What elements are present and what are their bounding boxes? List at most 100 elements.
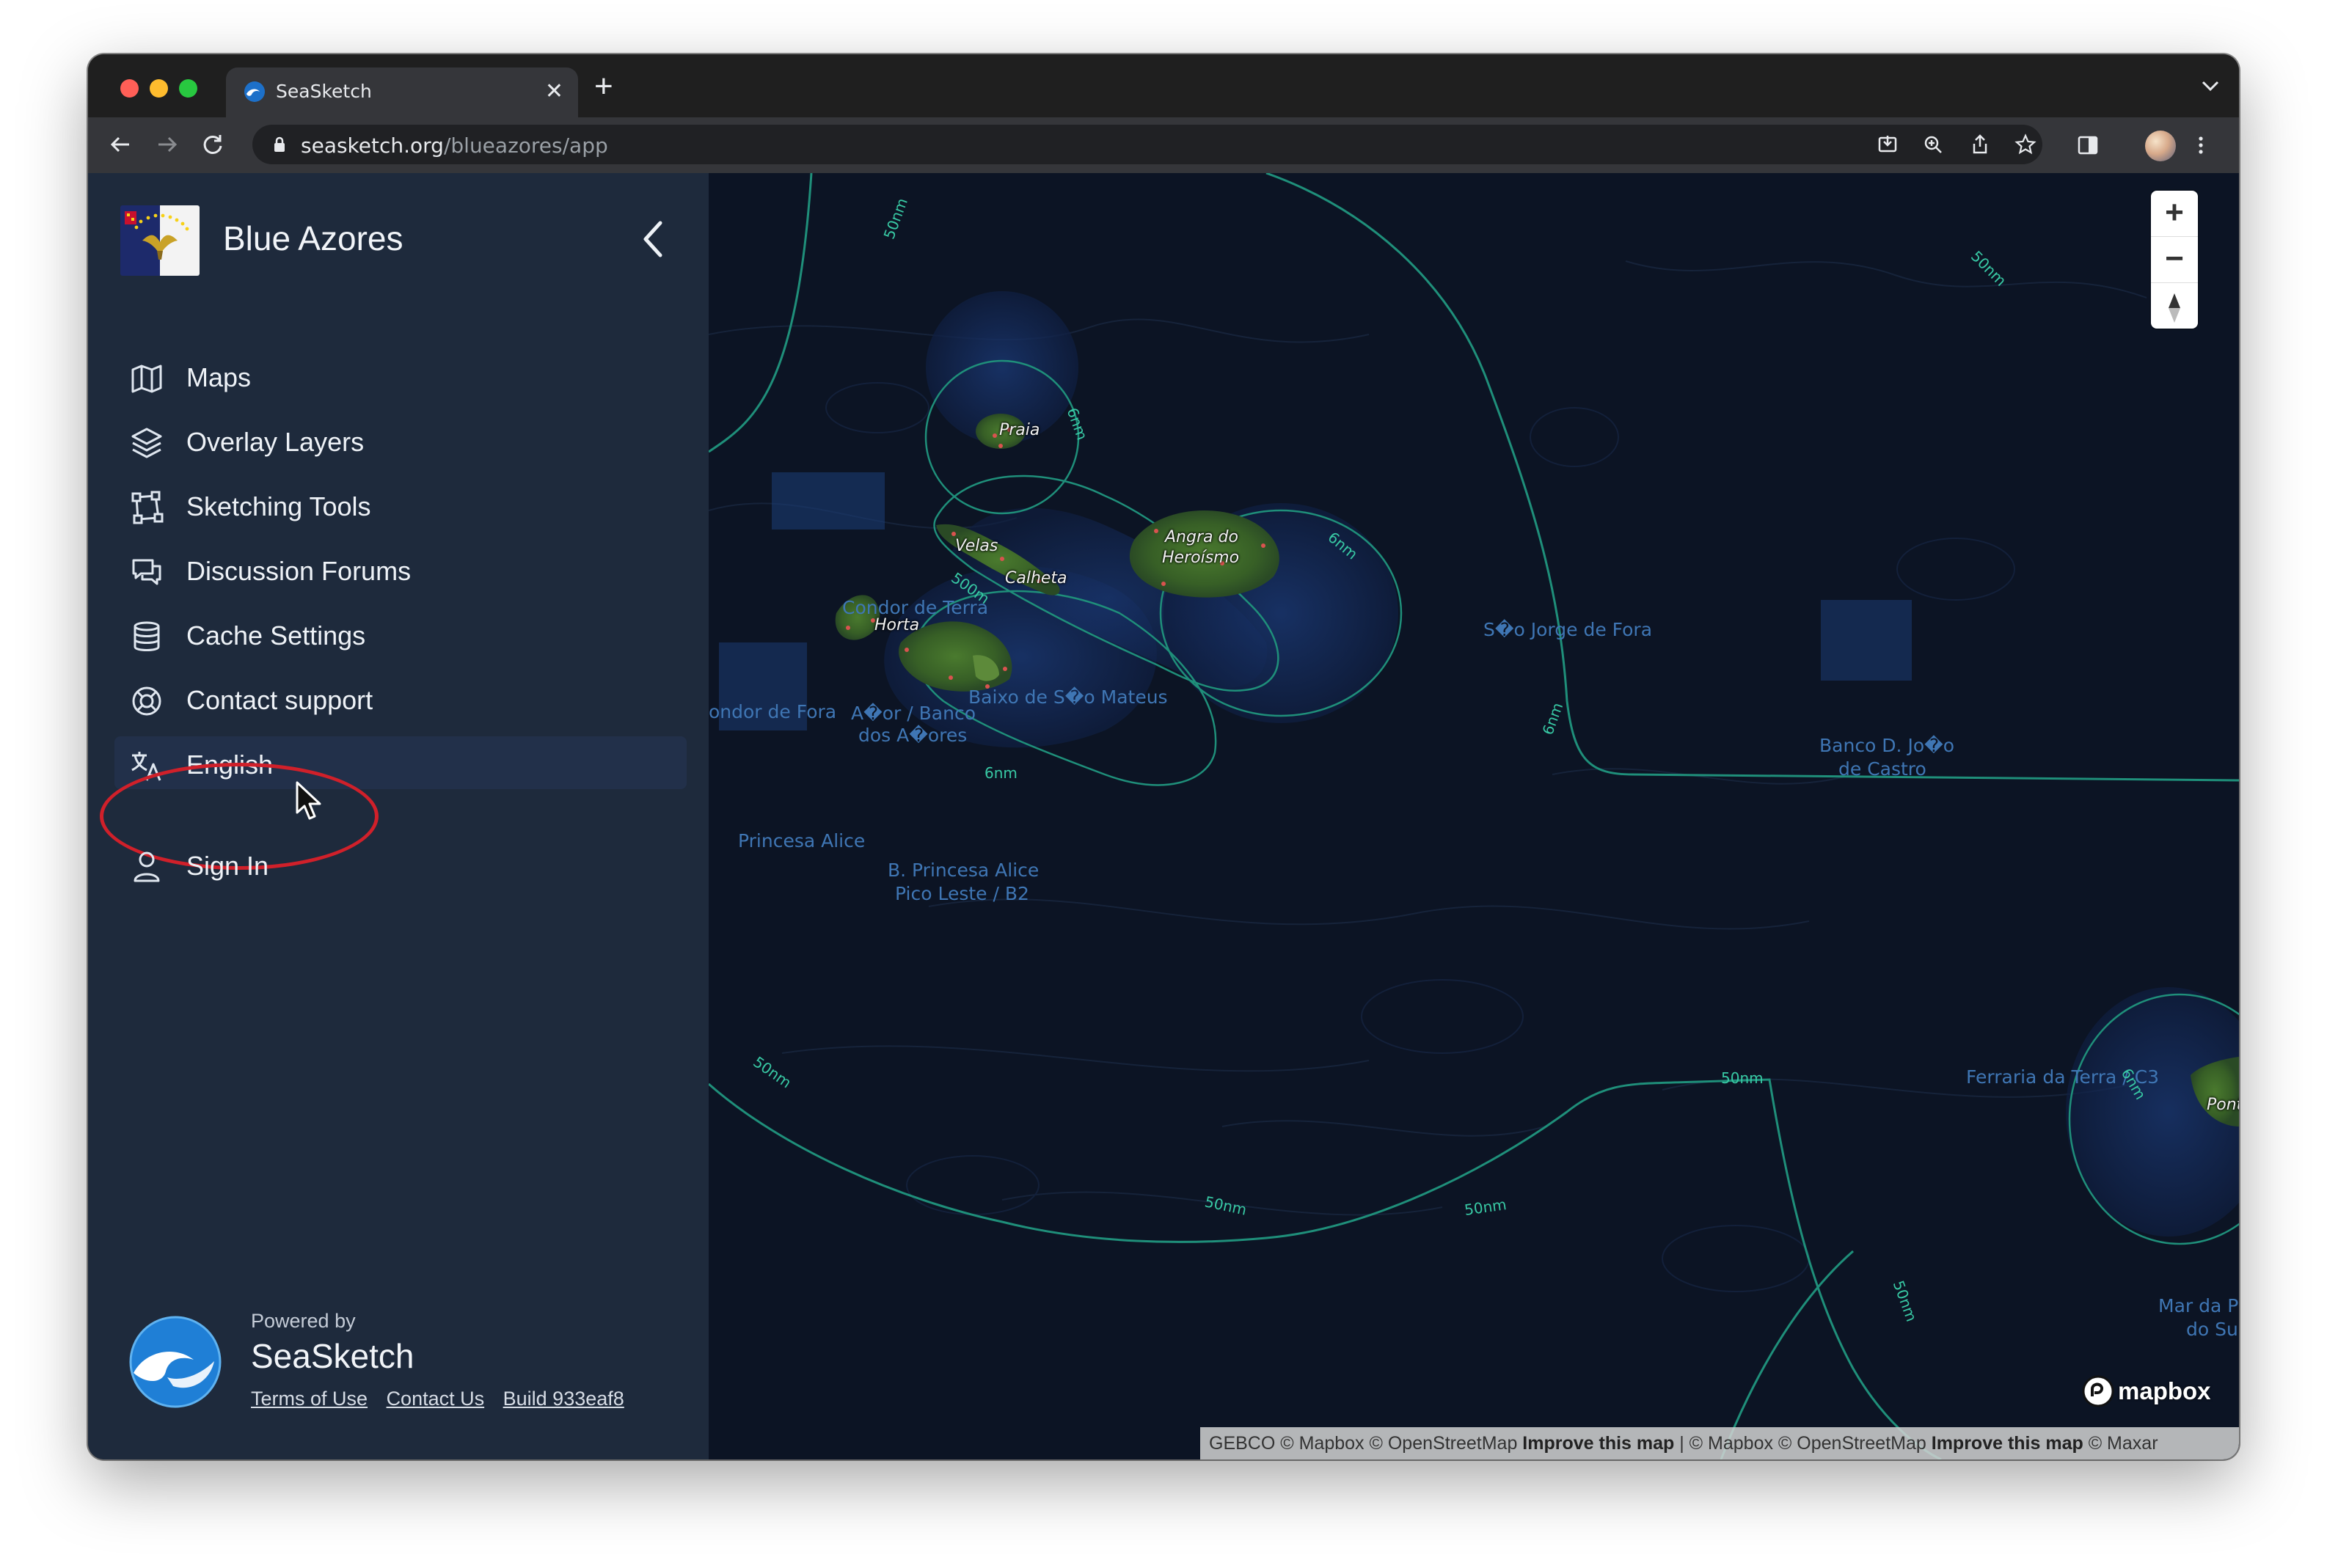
chat-icon xyxy=(132,559,161,585)
attribution-text: GEBCO © Mapbox © OpenStreetMap xyxy=(1209,1433,1523,1454)
profile-avatar[interactable] xyxy=(2145,131,2176,161)
footer-links: Terms of Use Contact Us Build 933eaf8 xyxy=(251,1388,638,1410)
nav-sketching-tools[interactable]: Sketching Tools xyxy=(114,478,687,531)
map-canvas[interactable]: Praia Velas Calheta Horta Angra do Heroí… xyxy=(709,173,2239,1459)
island-label-praia: Praia xyxy=(999,421,1040,439)
nav-label: Discussion Forums xyxy=(186,556,412,586)
zoom-icon[interactable] xyxy=(1922,133,1944,155)
tab-seasketch[interactable]: SeaSketch ✕ xyxy=(226,67,578,117)
translate-icon xyxy=(131,752,161,781)
map-label-condor-de-fora: ondor de Fora xyxy=(709,701,837,722)
attribution-text: | © Mapbox © OpenStreetMap xyxy=(1674,1433,1932,1454)
page-content: Blue Azores Maps Overlay Layers Sketchin… xyxy=(88,173,2239,1459)
side-panel-icon[interactable] xyxy=(2076,133,2100,157)
user-icon xyxy=(134,851,160,882)
url-text[interactable]: seasketch.org/blueazores/app xyxy=(301,133,608,158)
close-window-button[interactable] xyxy=(120,79,139,98)
map-label-b-princesa-2: Pico Leste / B2 xyxy=(895,883,1029,904)
island-label-ponta: Pont xyxy=(2207,1096,2239,1114)
minimize-window-button[interactable] xyxy=(150,79,168,98)
layers-icon xyxy=(131,428,162,458)
seasketch-logo-icon xyxy=(129,1316,222,1408)
reload-icon[interactable] xyxy=(200,131,226,158)
browser-toolbar: seasketch.org/blueazores/app xyxy=(88,117,2239,173)
powered-by-label: Powered by xyxy=(251,1310,356,1332)
collapse-sidebar-chevron-left-icon[interactable] xyxy=(637,216,669,263)
map-label-baixo-sao-mateus: Baixo de S�o Mateus xyxy=(968,686,1168,708)
browser-window: SeaSketch ✕ + seasketch.org/blueazores/a… xyxy=(88,54,2239,1459)
bookmark-star-icon[interactable] xyxy=(2014,133,2036,155)
map-label-acor-banco-1: A�or / Banco xyxy=(851,703,976,724)
improve-map-link[interactable]: Improve this map xyxy=(1932,1433,2083,1454)
lock-icon[interactable] xyxy=(273,136,286,153)
map-label-mar-da-1: Mar da Pr xyxy=(2158,1295,2239,1316)
nav-label: Contact support xyxy=(186,685,373,715)
nav-discussion-forums[interactable]: Discussion Forums xyxy=(114,543,687,596)
tab-strip: SeaSketch ✕ + xyxy=(88,54,2239,117)
azores-flag-logo xyxy=(120,205,200,276)
sketch-icon xyxy=(131,491,164,524)
nav-overlay-layers[interactable]: Overlay Layers xyxy=(114,414,687,466)
satellite-basemap xyxy=(709,173,2239,1459)
address-bar[interactable]: seasketch.org/blueazores/app xyxy=(252,125,2042,164)
nav-label: Sign In xyxy=(186,851,269,881)
compass-reset-icon[interactable] xyxy=(2151,285,2198,330)
map-label-banco-castro-2: de Castro xyxy=(1838,758,1926,780)
nav-language-english[interactable]: English xyxy=(114,736,687,789)
seasketch-favicon-icon xyxy=(244,81,265,102)
seasketch-brand: SeaSketch xyxy=(251,1337,414,1375)
island-label-calheta: Calheta xyxy=(1005,569,1067,587)
nav-contact-support[interactable]: Contact support xyxy=(114,672,687,725)
island-label-angra-1: Angra do xyxy=(1165,528,1238,546)
back-arrow-icon[interactable] xyxy=(107,131,134,158)
nav-cache-settings[interactable]: Cache Settings xyxy=(114,607,687,660)
url-path: /blueazores/app xyxy=(443,133,608,158)
chevron-down-icon[interactable] xyxy=(2201,79,2220,92)
mapbox-logo[interactable]: mapbox xyxy=(2081,1374,2221,1408)
tab-title: SeaSketch xyxy=(276,81,372,102)
island-label-horta: Horta xyxy=(874,616,920,634)
url-domain: seasketch.org xyxy=(301,133,444,158)
contour-label-50nm: 50nm xyxy=(1721,1069,1764,1087)
maximize-window-button[interactable] xyxy=(179,79,197,98)
map-label-banco-castro-1: Banco D. Jo�o xyxy=(1819,735,1955,756)
zoom-out-button[interactable]: − xyxy=(2151,237,2198,282)
attribution-text: © Maxar xyxy=(2083,1433,2158,1454)
support-icon xyxy=(132,686,161,716)
island-label-velas: Velas xyxy=(955,537,998,555)
terms-of-use-link[interactable]: Terms of Use xyxy=(251,1388,368,1410)
contour-label-6nm: 6nm xyxy=(984,764,1018,782)
nav-sign-in[interactable]: Sign In xyxy=(114,838,687,890)
map-label-b-princesa-1: B. Princesa Alice xyxy=(888,860,1040,881)
map-label-sao-jorge-de-fora: S�o Jorge de Fora xyxy=(1483,619,1653,640)
mapbox-icon xyxy=(2082,1375,2114,1407)
zoom-control: + − xyxy=(2151,191,2198,329)
nav-maps[interactable]: Maps xyxy=(114,349,687,402)
map-label-condor-de-terra: Condor de Terra xyxy=(842,597,989,618)
map-label-princesa-alice: Princesa Alice xyxy=(738,830,866,851)
close-icon[interactable]: ✕ xyxy=(545,81,563,103)
zoom-divider xyxy=(2151,282,2198,283)
map-label-acor-banco-2: dos A�ores xyxy=(858,725,968,746)
mapbox-wordmark: mapbox xyxy=(2118,1377,2211,1404)
contact-us-link[interactable]: Contact Us xyxy=(387,1388,485,1410)
more-options-icon[interactable] xyxy=(2189,133,2213,157)
nav-label: Maps xyxy=(186,362,252,392)
build-version-link[interactable]: Build 933eaf8 xyxy=(503,1388,624,1410)
nav-label: English xyxy=(186,750,274,780)
nav-label: Cache Settings xyxy=(186,620,366,651)
nav-label: Sketching Tools xyxy=(186,491,371,521)
mouse-pointer-icon xyxy=(296,781,321,820)
new-tab-button[interactable]: + xyxy=(594,70,613,103)
forward-arrow-icon[interactable] xyxy=(154,131,180,158)
improve-map-link[interactable]: Improve this map xyxy=(1522,1433,1674,1454)
zoom-in-button[interactable]: + xyxy=(2151,191,2198,236)
map-attribution: GEBCO © Mapbox © OpenStreetMap Improve t… xyxy=(1200,1427,2239,1459)
map-icon xyxy=(131,364,162,393)
island-label-angra-2: Heroísmo xyxy=(1162,549,1240,567)
share-icon[interactable] xyxy=(1969,133,1991,155)
database-icon xyxy=(134,621,160,651)
install-app-icon[interactable] xyxy=(1877,133,1899,155)
nav-label: Overlay Layers xyxy=(186,427,365,457)
sidebar: Blue Azores Maps Overlay Layers Sketchin… xyxy=(88,173,709,1459)
